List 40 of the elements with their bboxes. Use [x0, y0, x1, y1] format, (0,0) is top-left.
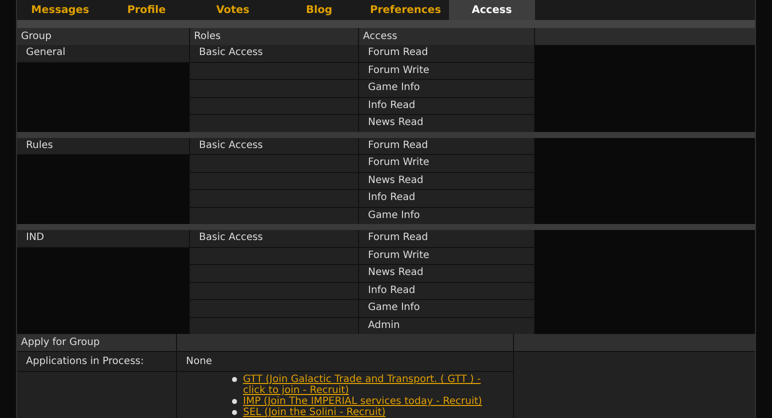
role-cell: Basic Access: [190, 45, 358, 62]
access-cell: Forum Write: [359, 62, 534, 79]
access-cell: Admin: [359, 318, 534, 334]
tab[interactable]: Messages: [17, 0, 104, 20]
access-cell: Info Read: [359, 282, 534, 299]
access-cell: Forum Write: [359, 155, 534, 172]
group-link[interactable]: SEL (Join the Solini - Recruit): [243, 407, 386, 418]
group-link[interactable]: IMP (Join The IMPERIAL services today - Recruit): [243, 396, 482, 407]
group-cell: General: [17, 45, 189, 62]
group-cell: Rules: [17, 138, 189, 154]
role-cell: Basic Access: [190, 138, 358, 154]
access-cell: Forum Read: [359, 230, 534, 246]
access-cell: Forum Read: [359, 138, 534, 154]
access-cell: Game Info: [359, 80, 534, 96]
column-header: Roles: [190, 28, 358, 45]
access-cell: News Read: [359, 172, 534, 189]
group-link[interactable]: GTT (Join Galactic Trade and Transport. ( GTT ) - click to join - Recruit): [243, 374, 504, 396]
access-cell: Forum Write: [359, 248, 534, 264]
bullet-icon: [232, 399, 237, 404]
access-cell: Forum Read: [359, 45, 534, 62]
section-title: Apply for Group: [17, 334, 176, 351]
column-header: Group: [17, 28, 189, 45]
role-cell: Basic Access: [190, 230, 358, 246]
tab[interactable]: Access: [448, 0, 535, 20]
column-header: Access: [359, 28, 534, 45]
tab[interactable]: Preferences: [362, 0, 449, 20]
access-cell: News Read: [359, 265, 534, 282]
tab[interactable]: Profile: [103, 0, 190, 20]
access-cell: Game Info: [359, 300, 534, 316]
field-value: None: [177, 352, 513, 371]
access-cell: Game Info: [359, 208, 534, 224]
access-cell: Info Read: [359, 98, 534, 114]
bullet-icon: [232, 377, 237, 382]
bullet-icon: [232, 410, 237, 415]
group-cell: IND: [17, 230, 189, 246]
access-cell: Info Read: [359, 190, 534, 206]
tab[interactable]: Blog: [276, 0, 362, 20]
access-cell: News Read: [359, 115, 534, 132]
tab[interactable]: Votes: [190, 0, 276, 20]
field-label: Applications in Process:: [17, 352, 176, 371]
